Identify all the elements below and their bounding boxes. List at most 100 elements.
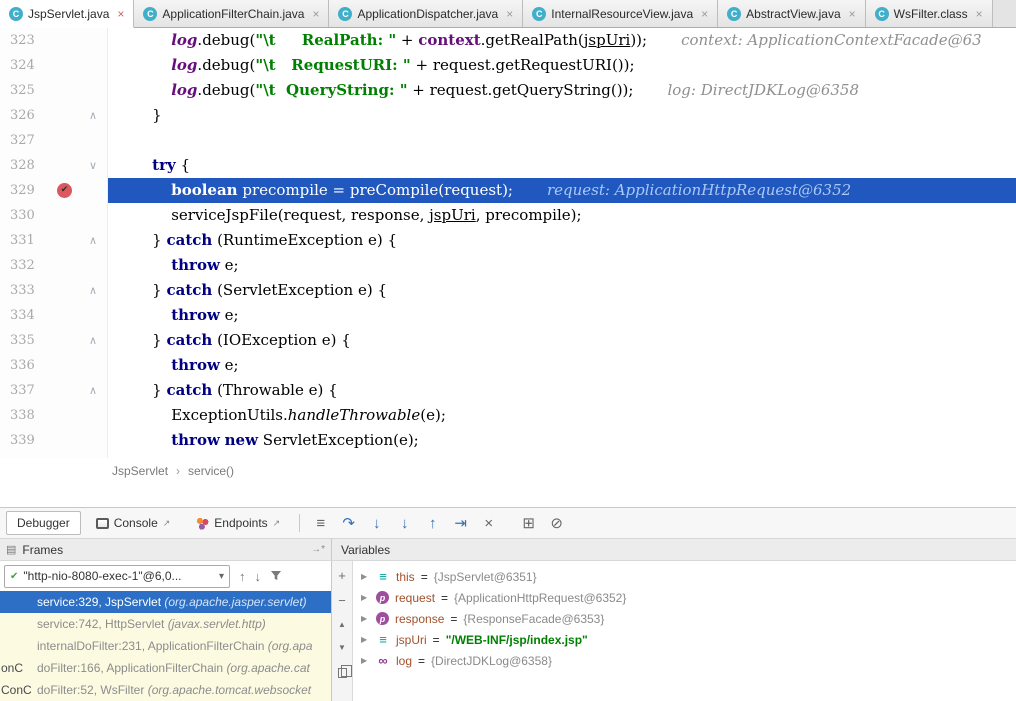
step-into-icon[interactable]: ↓ xyxy=(364,512,389,534)
code-content[interactable]: } catch (RuntimeException e) { xyxy=(108,228,1016,253)
frame-row[interactable]: internalDoFilter:231, ApplicationFilterC… xyxy=(0,635,331,657)
frame-row[interactable]: service:742, HttpServlet (javax.servlet.… xyxy=(0,613,331,635)
view-breakpoints-icon[interactable]: ⊞ xyxy=(516,512,541,534)
frame-row[interactable]: onCdoFilter:166, ApplicationFilterChain … xyxy=(0,657,331,679)
code-content[interactable]: serviceJspFile(request, response, jspUri… xyxy=(108,203,1016,228)
mute-breakpoints-icon[interactable]: ⊘ xyxy=(544,512,569,534)
breakpoint-slot[interactable] xyxy=(50,28,80,53)
next-frame-icon[interactable]: ↓ xyxy=(255,569,262,584)
code-content[interactable]: log.debug("\t RequestURI: " + request.ge… xyxy=(108,53,1016,78)
fold-marker-icon[interactable] xyxy=(80,428,106,453)
breakpoint-slot[interactable] xyxy=(50,78,80,103)
breakpoint-slot[interactable] xyxy=(50,103,80,128)
fold-marker-icon[interactable] xyxy=(80,128,106,153)
variable-row[interactable]: ▶≡this = {JspServlet@6351} xyxy=(353,566,1016,587)
breakpoint-slot[interactable] xyxy=(50,128,80,153)
breakpoint-slot[interactable] xyxy=(50,428,80,453)
expand-chevron-icon[interactable]: ▶ xyxy=(361,614,370,623)
tab-close-icon[interactable]: × xyxy=(849,8,856,20)
fold-marker-icon[interactable] xyxy=(80,53,106,78)
tab-close-icon[interactable]: × xyxy=(312,8,319,20)
editor[interactable]: 323 log.debug("\t RealPath: " + context.… xyxy=(0,28,1016,458)
editor-tab[interactable]: CInternalResourceView.java× xyxy=(523,0,718,27)
previous-frame-icon[interactable]: ↑ xyxy=(239,569,246,584)
fold-marker-icon[interactable] xyxy=(80,253,106,278)
copy-icon[interactable] xyxy=(338,668,347,678)
code-content[interactable]: log.debug("\t QueryString: " + request.g… xyxy=(108,78,1016,103)
run-to-cursor-icon[interactable]: ⇥ xyxy=(448,512,473,534)
breakpoint-slot[interactable] xyxy=(50,253,80,278)
breakpoint-slot[interactable] xyxy=(50,278,80,303)
breakpoint-slot[interactable] xyxy=(50,378,80,403)
filter-funnel-icon[interactable] xyxy=(270,570,282,582)
breakpoint-slot[interactable] xyxy=(50,353,80,378)
expand-chevron-icon[interactable]: ▶ xyxy=(361,656,370,665)
code-content[interactable] xyxy=(108,128,1016,153)
code-content[interactable]: } catch (ServletException e) { xyxy=(108,278,1016,303)
remove-watch-icon[interactable]: − xyxy=(338,595,346,607)
fold-marker-icon[interactable]: ∧ xyxy=(80,278,106,303)
step-over-icon[interactable]: ↷ xyxy=(336,512,361,534)
fold-marker-icon[interactable]: ∨ xyxy=(80,153,106,178)
fold-marker-icon[interactable] xyxy=(80,203,106,228)
add-watch-icon[interactable]: + xyxy=(338,570,346,582)
expand-chevron-icon[interactable]: ▶ xyxy=(361,635,370,644)
breadcrumb-item-method[interactable]: service() xyxy=(188,464,234,478)
code-content[interactable]: try { xyxy=(108,153,1016,178)
breakpoint-icon[interactable]: ✔ xyxy=(57,183,72,198)
tab-close-icon[interactable]: × xyxy=(701,8,708,20)
view-options-icon[interactable]: ≡ xyxy=(308,512,333,534)
breakpoint-slot[interactable] xyxy=(50,328,80,353)
expand-chevron-icon[interactable]: ▶ xyxy=(361,572,370,581)
breakpoint-slot[interactable] xyxy=(50,403,80,428)
code-content[interactable]: throw e; xyxy=(108,303,1016,328)
breakpoint-slot[interactable] xyxy=(50,153,80,178)
frame-row[interactable]: service:329, JspServlet (org.apache.jasp… xyxy=(0,591,331,613)
editor-tab[interactable]: CApplicationDispatcher.java× xyxy=(329,0,523,27)
expand-chevron-icon[interactable]: ▶ xyxy=(361,593,370,602)
evaluate-expression-icon[interactable]: × xyxy=(476,512,501,534)
fold-marker-icon[interactable]: ∧ xyxy=(80,103,106,128)
fold-marker-icon[interactable] xyxy=(80,403,106,428)
step-out-icon[interactable]: ↑ xyxy=(420,512,445,534)
breadcrumb-item-class[interactable]: JspServlet xyxy=(112,464,168,478)
fold-marker-icon[interactable]: ∧ xyxy=(80,228,106,253)
fold-marker-icon[interactable] xyxy=(80,353,106,378)
thread-combobox[interactable]: ✔ "http-nio-8080-exec-1"@6,0... ▾ xyxy=(4,565,230,588)
breakpoint-slot[interactable] xyxy=(50,53,80,78)
editor-tab[interactable]: CApplicationFilterChain.java× xyxy=(134,0,329,27)
breakpoint-slot[interactable]: ✔ xyxy=(50,178,80,203)
fold-marker-icon[interactable] xyxy=(80,303,106,328)
code-content[interactable]: throw e; xyxy=(108,253,1016,278)
code-content[interactable]: boolean precompile = preCompile(request)… xyxy=(108,178,1016,203)
chevron-down-icon[interactable]: ▾ xyxy=(219,571,224,582)
code-content[interactable]: } xyxy=(108,103,1016,128)
frame-row[interactable]: ConCdoFilter:52, WsFilter (org.apache.to… xyxy=(0,679,331,701)
breakpoint-slot[interactable] xyxy=(50,228,80,253)
variable-row[interactable]: ▶∞log = {DirectJDKLog@6358} xyxy=(353,650,1016,671)
move-up-icon[interactable]: ▲ xyxy=(338,620,346,630)
tab-close-icon[interactable]: × xyxy=(117,8,124,20)
fold-marker-icon[interactable] xyxy=(80,28,106,53)
fold-marker-icon[interactable] xyxy=(80,178,106,203)
move-down-icon[interactable]: ▼ xyxy=(338,643,346,653)
force-step-into-icon[interactable]: ↓ xyxy=(392,512,417,534)
debug-tab-console[interactable]: Console↗ xyxy=(85,511,182,535)
editor-tab[interactable]: CWsFilter.class× xyxy=(866,0,993,27)
code-content[interactable]: ExceptionUtils.handleThrowable(e); xyxy=(108,403,1016,428)
code-content[interactable]: } catch (Throwable e) { xyxy=(108,378,1016,403)
fold-marker-icon[interactable]: ∧ xyxy=(80,378,106,403)
variable-row[interactable]: ▶≡jspUri = "/WEB-INF/jsp/index.jsp" xyxy=(353,629,1016,650)
code-content[interactable]: throw e; xyxy=(108,353,1016,378)
tab-close-icon[interactable]: × xyxy=(506,8,513,20)
code-content[interactable]: } catch (IOException e) { xyxy=(108,328,1016,353)
editor-tab[interactable]: CAbstractView.java× xyxy=(718,0,866,27)
variable-row[interactable]: ▶presponse = {ResponseFacade@6353} xyxy=(353,608,1016,629)
breakpoint-slot[interactable] xyxy=(50,203,80,228)
debug-tab-debugger[interactable]: Debugger xyxy=(6,511,81,535)
debug-tab-endpoints[interactable]: Endpoints↗ xyxy=(185,511,291,535)
breakpoint-slot[interactable] xyxy=(50,303,80,328)
code-content[interactable]: throw new ServletException(e); xyxy=(108,428,1016,453)
tab-close-icon[interactable]: × xyxy=(976,8,983,20)
variable-row[interactable]: ▶prequest = {ApplicationHttpRequest@6352… xyxy=(353,587,1016,608)
